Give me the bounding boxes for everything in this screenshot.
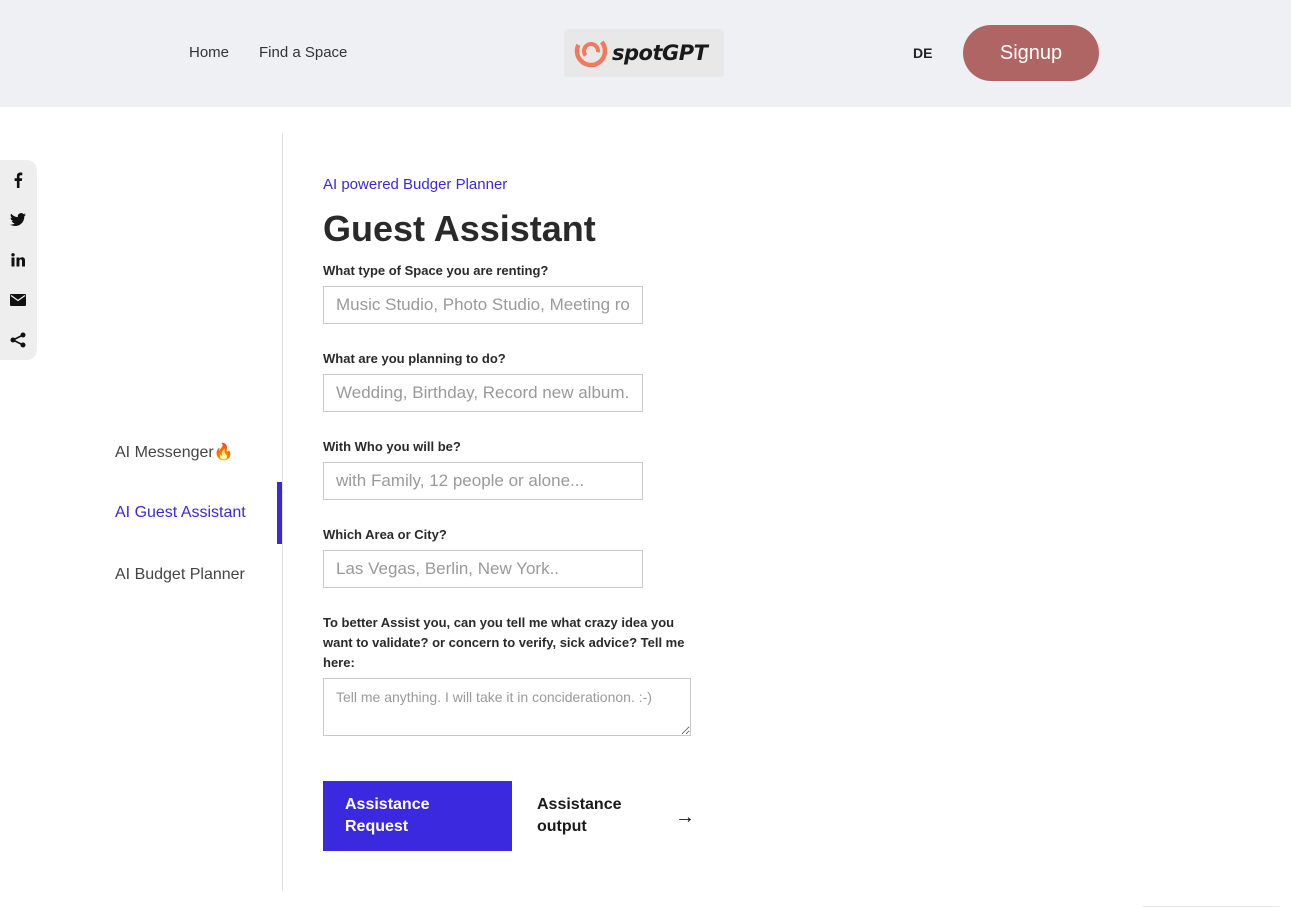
space-type-input[interactable]	[323, 286, 643, 324]
sidebar-item-ai-budget-planner[interactable]: AI Budget Planner	[115, 566, 245, 584]
logo[interactable]: spotGPT	[564, 29, 724, 77]
spotgpt-swirl-icon	[574, 34, 608, 73]
page-eyebrow: AI powered Budger Planner	[323, 176, 508, 193]
idea-textarea[interactable]	[323, 678, 691, 736]
language-switch-de[interactable]: DE	[913, 45, 932, 61]
linkedin-icon[interactable]	[8, 250, 28, 270]
top-header: Home Find a Space spotGPT DE Signup	[0, 0, 1291, 107]
assistance-output-button[interactable]: Assistance output	[512, 781, 692, 851]
facebook-icon[interactable]	[8, 170, 28, 190]
sidebar-active-indicator	[277, 482, 282, 544]
assistance-request-button[interactable]: Assistance Request	[323, 781, 512, 851]
area-city-label: Which Area or City?	[323, 527, 447, 542]
arrow-right-icon[interactable]: →	[675, 806, 695, 829]
email-icon[interactable]	[8, 290, 28, 310]
sidebar-item-ai-guest-assistant[interactable]: AI Guest Assistant	[115, 504, 246, 522]
share-icon[interactable]	[8, 330, 28, 350]
nav-home-link[interactable]: Home	[189, 44, 229, 61]
page-title: Guest Assistant	[323, 208, 596, 249]
sidebar-item-ai-messenger[interactable]: AI Messenger🔥	[115, 442, 234, 462]
logo-text: spotGPT	[612, 41, 708, 65]
nav-find-space-link[interactable]: Find a Space	[259, 44, 347, 61]
space-type-label: What type of Space you are renting?	[323, 263, 549, 278]
bottom-right-divider	[1143, 906, 1279, 907]
company-label: With Who you will be?	[323, 439, 461, 454]
social-share-bar	[0, 160, 37, 360]
planning-label: What are you planning to do?	[323, 351, 506, 366]
area-city-input[interactable]	[323, 550, 643, 588]
company-input[interactable]	[323, 462, 643, 500]
planning-input[interactable]	[323, 374, 643, 412]
twitter-icon[interactable]	[8, 210, 28, 230]
idea-label: To better Assist you, can you tell me wh…	[323, 615, 685, 670]
signup-button[interactable]: Signup	[963, 25, 1099, 81]
sidebar-divider	[282, 133, 283, 891]
